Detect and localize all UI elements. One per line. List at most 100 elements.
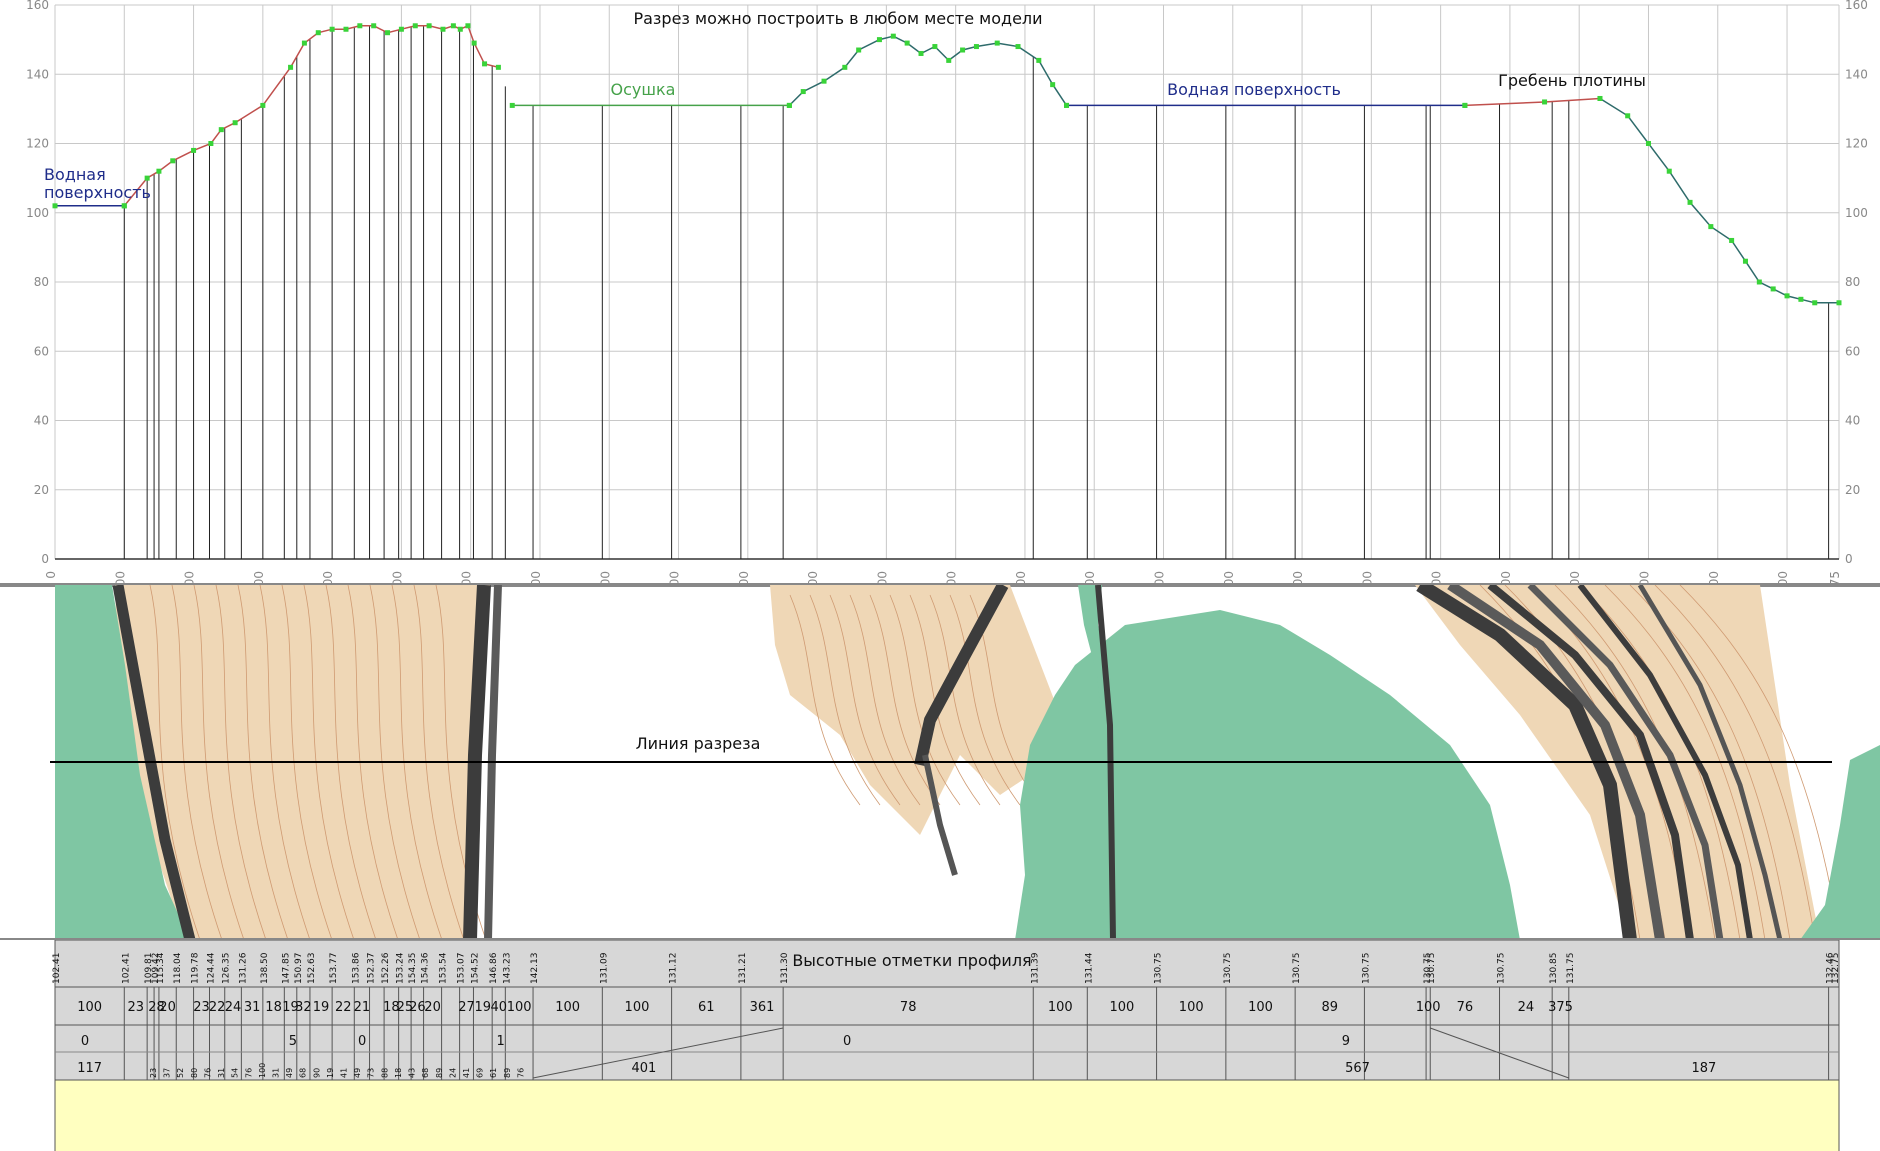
slope-small-label: 18 — [394, 1068, 403, 1078]
elevation-label: 153.07 — [457, 953, 467, 985]
x-tick-label: 300 — [252, 571, 266, 585]
distance-label: 22 — [209, 1000, 226, 1015]
data-point — [426, 23, 432, 29]
distance-label: 19 — [475, 1000, 492, 1015]
annotation-water-left-line2: поверхность — [44, 183, 151, 202]
profile-table: 102.41 102.41 109.81109.42115.34 118.04 119.… — [52, 940, 1841, 1151]
slope-top-label: 0 — [81, 1034, 89, 1049]
elevation-label: 130.75 — [1361, 953, 1371, 985]
elevation-label: 130.75 — [1497, 953, 1507, 985]
elevation-label: 146.86 — [489, 952, 499, 984]
data-point — [1770, 286, 1776, 292]
data-point — [301, 40, 307, 46]
elevation-label: 130.75 — [1427, 953, 1437, 985]
distance-label: 18 — [265, 1000, 282, 1015]
data-point — [440, 26, 446, 32]
slope-small-label: 23 — [149, 1068, 158, 1078]
survey-points — [52, 23, 1842, 306]
distance-label: 375 — [1548, 1000, 1573, 1015]
distance-label: 23 — [193, 1000, 210, 1015]
data-point — [1666, 168, 1672, 174]
elevation-label: 143.23 — [502, 953, 512, 985]
elevation-label: 147.85 — [281, 953, 291, 985]
x-tick-label: 100 — [113, 571, 127, 585]
data-point — [329, 26, 335, 32]
slope-small-label: 54 — [231, 1068, 240, 1078]
x-tick-label: 1400 — [1014, 571, 1028, 585]
y-tick-label-right: 60 — [1845, 344, 1860, 358]
x-tick-label: 600 — [460, 571, 474, 585]
x-tick-label: 400 — [321, 571, 335, 585]
distance-label: 89 — [1322, 1000, 1339, 1015]
elevation-label: 153.77 — [329, 953, 339, 985]
data-point — [1542, 99, 1548, 105]
slope-bottom-label: 117 — [77, 1061, 102, 1076]
data-point — [315, 30, 321, 36]
y-tick-label-right: 20 — [1845, 483, 1860, 497]
slope-small-label: 89 — [503, 1068, 512, 1078]
elevation-label: 138.50 — [260, 952, 270, 984]
x-tick-label: 1100 — [806, 571, 820, 585]
slope-small-label: 43 — [408, 1068, 417, 1078]
annotation-water-right: Водная поверхность — [1167, 80, 1341, 99]
y-tick-label-right: 40 — [1845, 414, 1860, 428]
elevation-label: 142.13 — [530, 953, 540, 985]
data-point — [121, 203, 127, 209]
x-tick-label: 2100 — [1499, 571, 1513, 585]
distance-label: 76 — [1457, 1000, 1474, 1015]
series-line — [123, 24, 499, 207]
y-tick-label-right: 140 — [1845, 67, 1868, 81]
elevation-label: 154.35 — [408, 953, 418, 985]
series-line — [1464, 97, 1601, 107]
slope-small-label: 49 — [353, 1068, 362, 1078]
elevation-label: 153.86 — [351, 952, 361, 984]
elevation-label: 126.35 — [222, 953, 232, 985]
data-point — [482, 61, 488, 67]
data-point — [1729, 237, 1735, 243]
slope-top-label: 0 — [843, 1034, 851, 1049]
slope-small-label: 61 — [489, 1068, 498, 1078]
data-point — [208, 141, 214, 146]
distance-label: 22 — [335, 1000, 352, 1015]
x-tick-label: 1500 — [1083, 571, 1097, 585]
data-point — [876, 37, 882, 43]
y-tick-label-left: 40 — [34, 414, 49, 428]
slope-bottom-label: 567 — [1345, 1061, 1370, 1076]
x-tick-label: 1600 — [1153, 571, 1167, 585]
elevation-label: 119.78 — [191, 952, 201, 984]
y-tick-label-right: 0 — [1845, 552, 1853, 566]
slope-small-label: 49 — [285, 1068, 294, 1078]
elevation-label: 132.75 — [1831, 953, 1841, 985]
x-tick-label: 2400 — [1707, 571, 1721, 585]
slope-bottom-label: 187 — [1691, 1061, 1716, 1076]
station-lines — [123, 25, 1830, 559]
elevation-label: 131.75 — [1566, 953, 1576, 985]
x-tick-label: 1000 — [737, 571, 751, 585]
x-tick-label: 1300 — [945, 571, 959, 585]
x-tick-label: 1200 — [875, 571, 889, 585]
y-tick-label-left: 120 — [26, 137, 49, 151]
data-point — [471, 40, 477, 46]
distance-label: 19 — [313, 1000, 330, 1015]
elevation-label: 154.52 — [470, 953, 480, 985]
elevation-label: 152.37 — [367, 953, 377, 985]
data-point — [144, 175, 150, 181]
slope-small-label: 31 — [217, 1068, 226, 1078]
data-point — [973, 44, 979, 50]
data-point — [495, 64, 501, 70]
distance-label: 100 — [1048, 1000, 1073, 1015]
y-tick-label-left: 60 — [34, 344, 49, 358]
elevation-label: 130.85 — [1549, 953, 1559, 985]
x-tick-label: 0 — [44, 571, 58, 579]
data-point — [412, 23, 418, 29]
data-point — [800, 89, 806, 95]
data-point — [1836, 300, 1842, 306]
slope-top-label: 9 — [1342, 1034, 1350, 1049]
slope-small-label: 76 — [516, 1068, 525, 1078]
data-point — [1798, 296, 1804, 302]
x-tick-label: 2500 — [1776, 571, 1790, 585]
data-point — [1708, 224, 1714, 230]
data-point — [509, 102, 515, 108]
data-point — [994, 40, 1000, 46]
x-tick-label: 800 — [598, 571, 612, 585]
